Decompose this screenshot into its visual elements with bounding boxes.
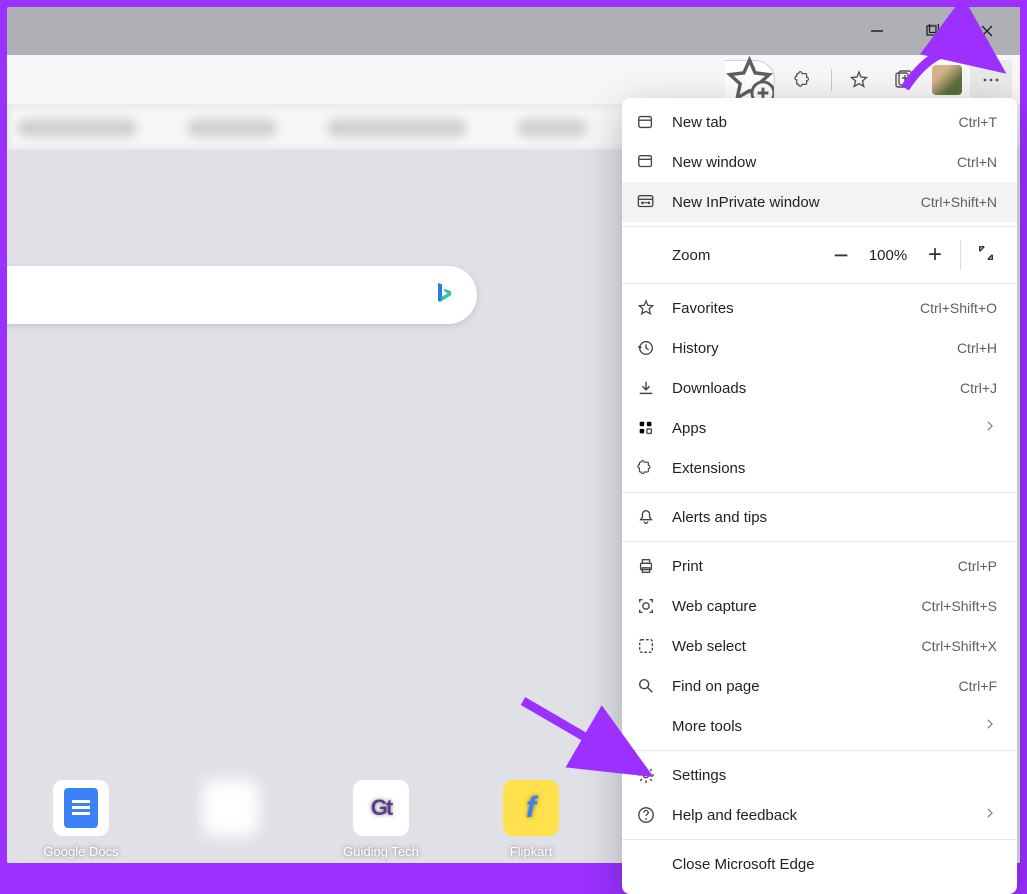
menu-item-alerts-and-tips[interactable]: Alerts and tips [622,497,1017,537]
favorites-button[interactable] [838,60,880,100]
menu-item-close-microsoft-edge[interactable]: Close Microsoft Edge [622,844,1017,884]
menu-shortcut: Ctrl+F [959,678,998,694]
zoom-value: 100% [860,247,916,264]
menu-item-print[interactable]: Print Ctrl+P [622,546,1017,586]
menu-item-new-inprivate-window[interactable]: New InPrivate window Ctrl+Shift+N [622,182,1017,222]
menu-item-label: Settings [672,767,997,784]
window-maximize-button[interactable] [904,9,959,53]
menu-item-label: Help and feedback [672,807,967,824]
zoom-in-button[interactable]: + [916,241,954,269]
menu-item-label: New window [672,154,941,171]
window-minimize-button[interactable] [849,9,904,53]
tile-blurred[interactable] [191,780,271,859]
blurred-icon [203,780,259,836]
menu-item-web-select[interactable]: Web select Ctrl+Shift+X [622,626,1017,666]
tile-label: Google Docs [41,844,121,859]
apps-icon [636,419,656,437]
quick-links: Google Docs Gt Guiding Tech f Flipkart + [41,780,693,859]
menu-item-label: New InPrivate window [672,194,905,211]
fullscreen-button[interactable] [967,244,1005,266]
window-titlebar [7,7,1020,55]
tile-label: Flipkart [491,844,571,859]
menu-item-label: History [672,340,941,357]
menu-item-new-tab[interactable]: New tab Ctrl+T [622,102,1017,142]
menu-item-favorites[interactable]: Favorites Ctrl+Shift+O [622,288,1017,328]
print-icon [636,557,656,575]
menu-item-label: More tools [672,718,967,735]
menu-item-more-tools[interactable]: More tools [622,706,1017,746]
menu-shortcut: Ctrl+Shift+O [920,300,997,316]
menu-item-label: Find on page [672,678,943,695]
menu-item-label: Web select [672,638,906,655]
menu-item-find-on-page[interactable]: Find on page Ctrl+F [622,666,1017,706]
menu-item-label: Web capture [672,598,906,615]
bing-icon [431,281,455,310]
more-button[interactable] [970,60,1012,100]
gear-icon [636,766,656,784]
menu-item-label: Alerts and tips [672,509,997,526]
inprivate-icon [636,193,656,211]
menu-item-label: New tab [672,114,943,131]
menu-item-label: Apps [672,420,967,437]
menu-shortcut: Ctrl+H [957,340,997,356]
downloads-icon [636,379,656,397]
tile-label: Guiding Tech [341,844,421,859]
bell-icon [636,508,656,526]
menu-item-extensions[interactable]: Extensions [622,448,1017,488]
menu-item-apps[interactable]: Apps [622,408,1017,448]
find-icon [636,677,656,695]
zoom-label: Zoom [672,247,822,264]
guiding-tech-icon: Gt [353,780,409,836]
search-box[interactable] [7,266,477,324]
menu-item-help-and-feedback[interactable]: Help and feedback [622,795,1017,835]
settings-menu: New tab Ctrl+T New window Ctrl+N New InPriva… [622,98,1017,894]
menu-shortcut: Ctrl+N [957,154,997,170]
window-close-button[interactable] [959,9,1014,53]
extensions-button[interactable] [783,60,825,100]
zoom-out-button[interactable]: − [822,240,860,271]
new-window-icon [636,153,656,171]
new-tab-icon [636,113,656,131]
menu-item-label: Favorites [672,300,904,317]
menu-item-settings[interactable]: Settings [622,755,1017,795]
omnibox-tail[interactable] [725,60,775,100]
favorites-icon [636,299,656,317]
tile-google-docs[interactable]: Google Docs [41,780,121,859]
menu-item-label: Print [672,558,942,575]
menu-item-new-window[interactable]: New window Ctrl+N [622,142,1017,182]
menu-shortcut: Ctrl+Shift+S [922,598,997,614]
menu-shortcut: Ctrl+P [958,558,997,574]
webselect-icon [636,637,656,655]
tile-guiding-tech[interactable]: Gt Guiding Tech [341,780,421,859]
google-docs-icon [53,780,109,836]
menu-shortcut: Ctrl+T [959,114,998,130]
history-icon [636,339,656,357]
menu-item-label: Extensions [672,460,997,477]
flipkart-icon: f [503,780,559,836]
menu-item-label: Downloads [672,380,944,397]
menu-item-web-capture[interactable]: Web capture Ctrl+Shift+S [622,586,1017,626]
zoom-row: Zoom−100%+ [622,231,1017,279]
webcapture-icon [636,597,656,615]
menu-shortcut: Ctrl+Shift+N [921,194,997,210]
chevron-right-icon [983,717,997,735]
toolbar-divider [831,69,832,91]
profile-button[interactable] [932,65,962,95]
chevron-right-icon [983,806,997,824]
menu-shortcut: Ctrl+J [960,380,997,396]
tile-flipkart[interactable]: f Flipkart [491,780,571,859]
menu-item-history[interactable]: History Ctrl+H [622,328,1017,368]
extensions-icon [636,459,656,477]
collections-button[interactable] [882,60,924,100]
chevron-right-icon [983,419,997,437]
help-icon [636,806,656,824]
menu-item-downloads[interactable]: Downloads Ctrl+J [622,368,1017,408]
menu-shortcut: Ctrl+Shift+X [922,638,997,654]
